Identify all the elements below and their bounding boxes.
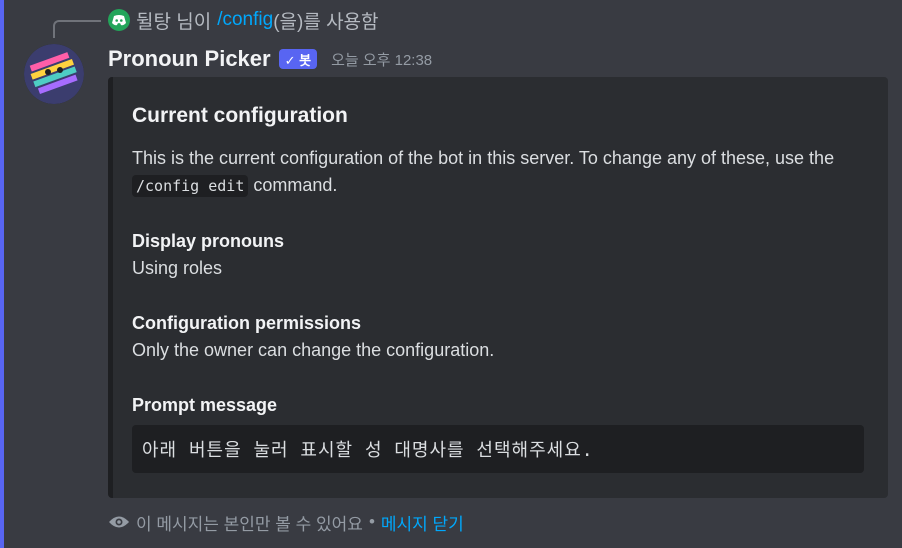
command-reply-context[interactable]: 뒬탕 님이 /config (을)를 사용함 <box>108 7 379 33</box>
embed-description-text: This is the current configuration of the… <box>132 148 835 168</box>
separator-dot: • <box>368 512 375 531</box>
field-name: Prompt message <box>132 395 278 415</box>
message-timestamp[interactable]: 오늘 오후 12:38 <box>331 49 432 70</box>
inline-command-code: /config edit <box>132 175 249 197</box>
command-used-suffix: (을)를 사용함 <box>273 11 379 33</box>
bot-avatar[interactable] <box>24 44 84 104</box>
embed-field-display-pronouns: Display pronouns Using roles <box>132 228 864 282</box>
bot-username[interactable]: Pronoun Picker <box>108 46 271 72</box>
message-header: Pronoun Picker ✓ 봇 오늘 오후 12:38 <box>108 44 432 74</box>
embed-field-prompt-message: Prompt message 아래 버튼을 눌러 표시할 성 대명사를 선택해주… <box>132 392 864 473</box>
pronoun-picker-logo-icon <box>24 44 84 104</box>
eye-icon <box>109 516 129 528</box>
config-embed: Current configuration This is the curren… <box>108 77 888 498</box>
discord-logo-icon <box>112 14 126 25</box>
field-value: Only the owner can change the configurat… <box>132 340 495 360</box>
reply-spine <box>53 20 101 38</box>
field-name: Configuration permissions <box>132 313 362 333</box>
timestamp-day: 오늘 오후 <box>331 51 391 69</box>
replied-user-avatar[interactable] <box>108 9 130 31</box>
timestamp-time: 12:38 <box>394 51 433 69</box>
embed-title: Current configuration <box>132 104 348 127</box>
dismiss-message-link[interactable]: 메시지 닫기 <box>381 510 464 535</box>
embed-description: This is the current configuration of the… <box>132 145 864 200</box>
replied-user-text[interactable]: 뒬탕 님이 <box>136 7 211 34</box>
embed-field-configuration-permissions: Configuration permissions Only the owner… <box>132 310 864 364</box>
ephemeral-notice-text: 이 메시지는 본인만 볼 수 있어요 <box>136 514 363 534</box>
field-name: Display pronouns <box>132 231 285 251</box>
field-value: Using roles <box>132 258 223 278</box>
mention-highlight-bar <box>0 0 4 548</box>
bot-badge: ✓ 봇 <box>278 49 318 69</box>
ephemeral-notice: 이 메시지는 본인만 볼 수 있어요 • 메시지 닫기 <box>108 508 464 536</box>
command-name[interactable]: /config <box>217 9 273 31</box>
embed-description-text-end: command. <box>248 175 338 195</box>
prompt-message-code-block: 아래 버튼을 눌러 표시할 성 대명사를 선택해주세요. <box>132 425 864 473</box>
